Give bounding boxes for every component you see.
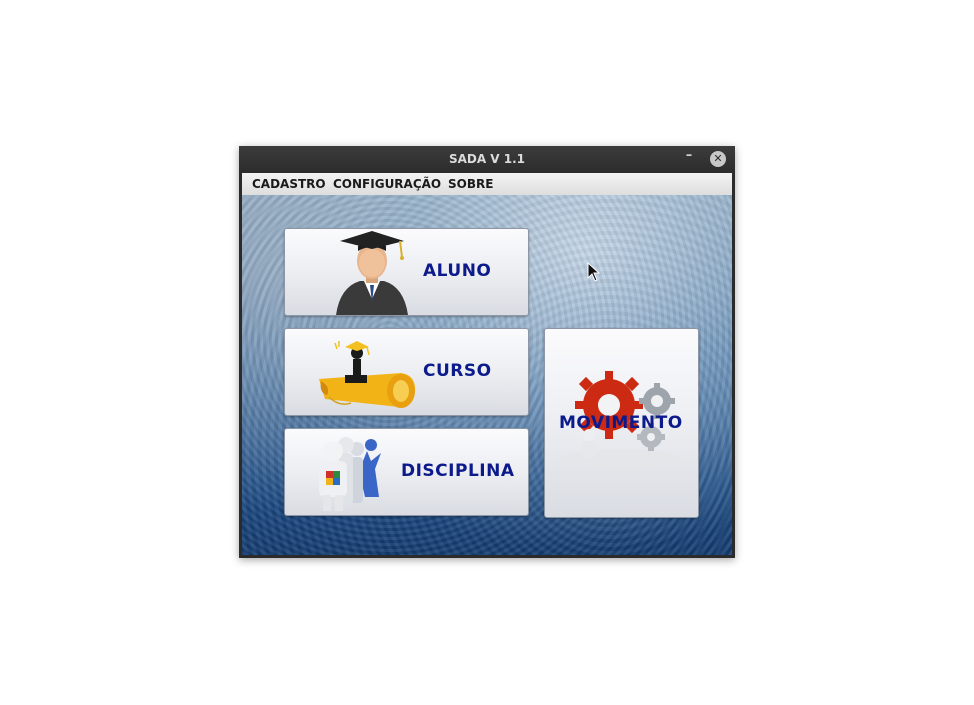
curso-label: CURSO <box>423 361 492 381</box>
menu-cadastro[interactable]: CADASTRO <box>252 177 326 191</box>
disciplina-button[interactable]: DISCIPLINA <box>284 428 529 516</box>
aluno-button[interactable]: ALUNO <box>284 228 529 316</box>
close-button[interactable]: ✕ <box>710 151 726 167</box>
menu-configuracao[interactable]: CONFIGURAÇÃO <box>333 177 441 191</box>
disciplina-label: DISCIPLINA <box>401 461 515 481</box>
mouse-cursor-icon <box>587 262 601 282</box>
aluno-label: ALUNO <box>423 261 492 281</box>
movimento-button[interactable]: MOVIMENTO <box>544 328 699 518</box>
menu-bar: CADASTRO CONFIGURAÇÃO SOBRE <box>242 173 732 196</box>
window-title: SADA V 1.1 <box>448 152 526 166</box>
diploma-icon <box>319 341 415 408</box>
minimize-button[interactable]: – <box>682 149 696 165</box>
app-window: SADA V 1.1 – ✕ CADASTRO CONFIGURAÇÃO SOB… <box>239 146 735 558</box>
graduate-icon <box>336 231 408 315</box>
curso-button[interactable]: CURSO <box>284 328 529 416</box>
team-puzzle-icon <box>319 437 381 511</box>
main-panel: ALUNO CURSO DISCIPLINA MOVIMENTO <box>242 195 732 555</box>
movimento-label: MOVIMENTO <box>559 413 683 433</box>
title-bar[interactable]: SADA V 1.1 – ✕ <box>239 146 735 173</box>
menu-sobre[interactable]: SOBRE <box>448 177 493 191</box>
